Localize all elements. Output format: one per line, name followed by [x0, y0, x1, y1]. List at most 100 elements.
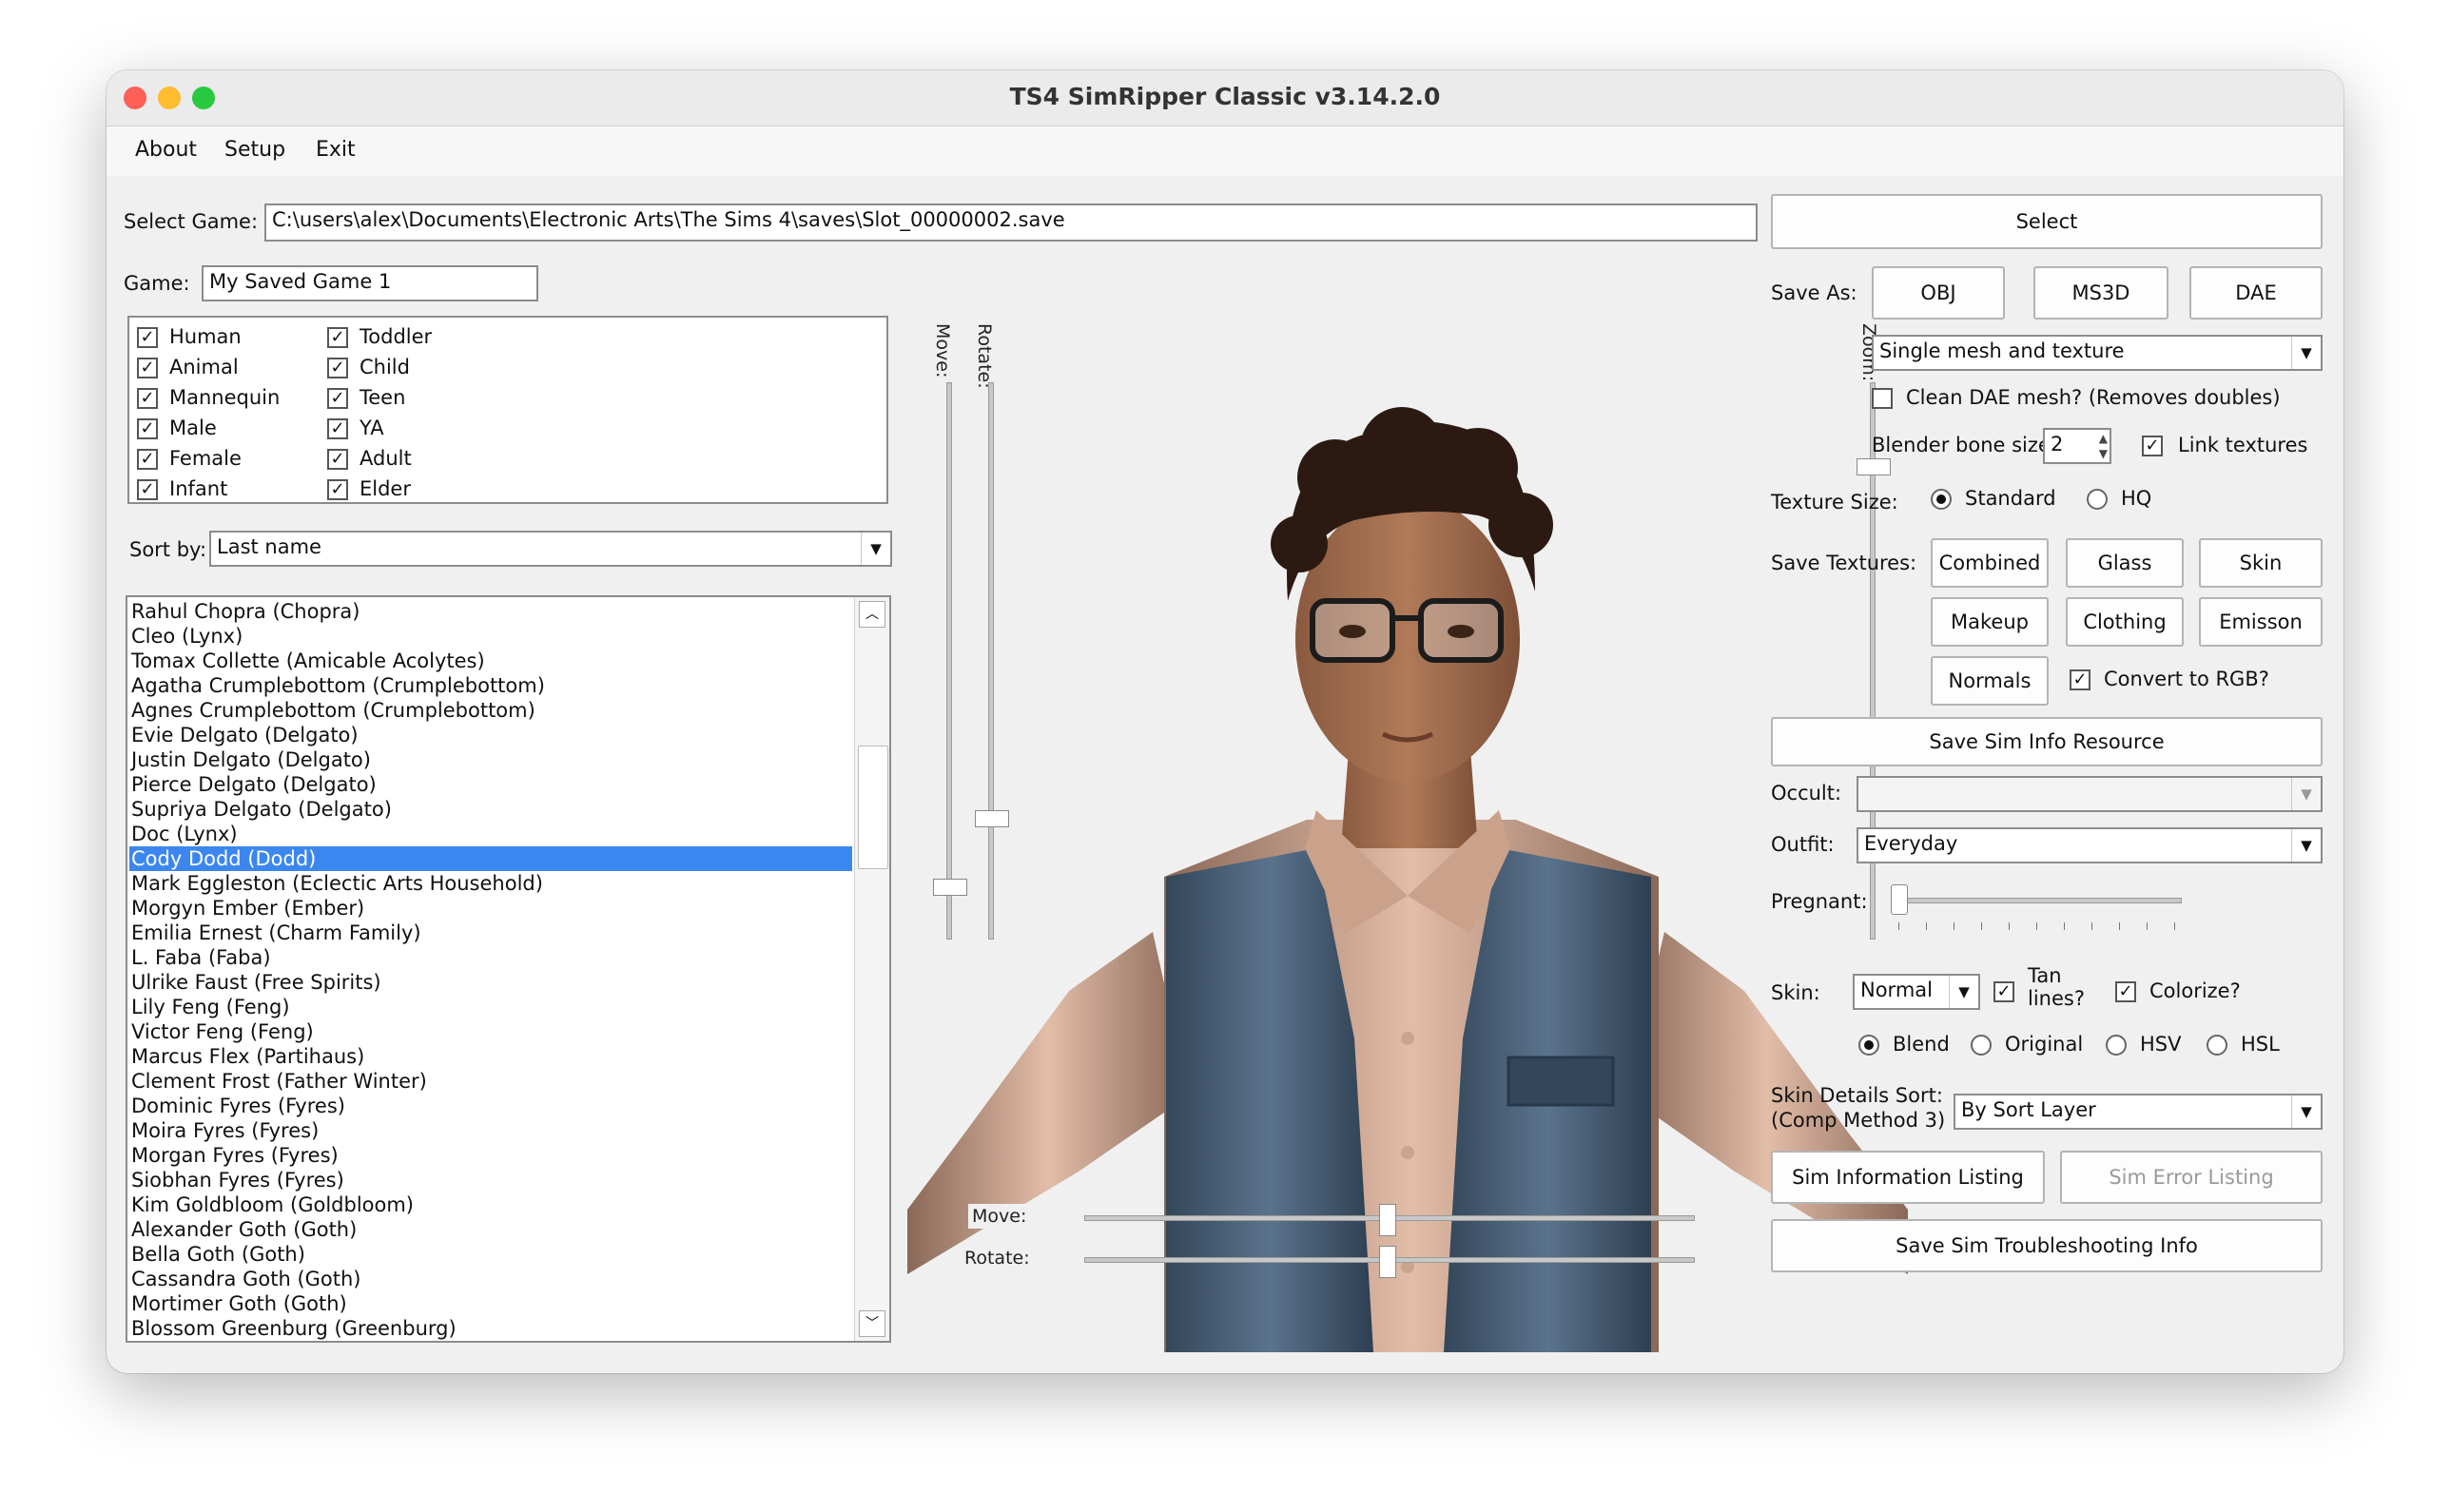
rotate-vertical-label: Rotate: [974, 323, 995, 389]
skin-select[interactable]: Normal ▼ [1853, 974, 1980, 1010]
sim-list-item[interactable]: Kim Goldbloom (Goldbloom) [129, 1192, 852, 1217]
sim-list[interactable]: Rahul Chopra (Chopra) Cleo (Lynx) Tomax Co… [126, 595, 891, 1343]
scroll-thumb[interactable] [858, 746, 888, 869]
rotate-vertical-slider[interactable] [988, 382, 994, 940]
link-textures-checkbox[interactable]: ✓ [2142, 436, 2163, 456]
save-obj-button[interactable]: OBJ [1872, 266, 2005, 320]
menu-about[interactable]: About [135, 138, 197, 162]
convert-rgb-checkbox[interactable]: ✓ [2070, 669, 2090, 690]
comp-method-label: (Comp Method 3) [1771, 1109, 1946, 1132]
filter-adult-checkbox[interactable]: ✓ [327, 449, 348, 470]
filter-elder-checkbox[interactable]: ✓ [327, 479, 348, 500]
scroll-down-icon[interactable]: ﹀ [859, 1310, 885, 1337]
sim-list-item[interactable]: Agnes Crumplebottom (Crumplebottom) [129, 698, 852, 723]
skin-hsv-radio[interactable] [2106, 1035, 2127, 1056]
save-normals-texture-button[interactable]: Normals [1931, 656, 2049, 706]
sim-list-item[interactable]: Dominic Fyres (Fyres) [129, 1094, 852, 1118]
mesh-mode-select[interactable]: Single mesh and texture ▼ [1872, 335, 2323, 371]
rotate-vertical-handle[interactable] [975, 810, 1009, 827]
sim-list-item[interactable]: Alexander Goth (Goth) [129, 1217, 852, 1242]
chevron-down-icon: ▼ [1949, 976, 1978, 1008]
menu-setup[interactable]: Setup [224, 138, 285, 162]
skin-details-sort-select[interactable]: By Sort Layer ▼ [1954, 1094, 2323, 1130]
move-horizontal-handle[interactable] [1379, 1204, 1396, 1236]
sim-list-item[interactable]: Siobhan Fyres (Fyres) [129, 1168, 852, 1192]
filter-ya-checkbox[interactable]: ✓ [327, 418, 348, 439]
sim-list-item[interactable]: Blossom Greenburg (Greenburg) [129, 1316, 852, 1341]
sim-3d-viewer[interactable]: Move: Rotate: Zoom: Move: Rotate: [907, 316, 1908, 1362]
texture-hq-radio[interactable] [2087, 489, 2108, 510]
save-glass-texture-button[interactable]: Glass [2066, 538, 2184, 588]
save-emission-texture-button[interactable]: Emisson [2199, 597, 2323, 647]
sim-list-item[interactable]: Morgyn Ember (Ember) [129, 896, 852, 921]
sim-list-item[interactable]: Emilia Ernest (Charm Family) [129, 921, 852, 945]
pregnant-slider[interactable] [1895, 898, 2182, 903]
sim-list-item[interactable]: Morgan Fyres (Fyres) [129, 1143, 852, 1168]
bone-size-field[interactable]: 2 ▲ ▼ [2043, 428, 2111, 464]
skin-blend-radio[interactable] [1858, 1035, 1879, 1056]
filter-male-checkbox[interactable]: ✓ [137, 418, 158, 439]
sim-list-item[interactable]: Victor Feng (Feng) [129, 1019, 852, 1044]
sim-list-item[interactable]: Tomax Collette (Amicable Acolytes) [129, 649, 852, 673]
sim-list-item[interactable]: Clement Frost (Father Winter) [129, 1069, 852, 1094]
sim-list-item[interactable]: Bella Goth (Goth) [129, 1242, 852, 1267]
filter-child-checkbox[interactable]: ✓ [327, 358, 348, 378]
select-game-button[interactable]: Select [1771, 194, 2323, 249]
filter-female-checkbox[interactable]: ✓ [137, 449, 158, 470]
sim-list-item[interactable]: Mortimer Goth (Goth) [129, 1291, 852, 1316]
sim-list-item[interactable]: Supriya Delgato (Delgato) [129, 797, 852, 822]
move-vertical-slider[interactable] [946, 382, 952, 940]
sim-list-item[interactable]: Justin Delgato (Delgato) [129, 747, 852, 772]
filter-human-checkbox[interactable]: ✓ [137, 327, 158, 348]
filter-animal-checkbox[interactable]: ✓ [137, 358, 158, 378]
sim-list-item[interactable]: Doc (Lynx) [129, 822, 852, 846]
sim-list-item[interactable]: L. Faba (Faba) [129, 945, 852, 970]
sim-list-item[interactable]: Moira Fyres (Fyres) [129, 1118, 852, 1143]
outfit-select[interactable]: Everyday ▼ [1857, 827, 2323, 863]
save-ms3d-button[interactable]: MS3D [2033, 266, 2168, 320]
tan-lines-checkbox[interactable]: ✓ [1993, 981, 2014, 1002]
filter-teen-checkbox[interactable]: ✓ [327, 388, 348, 409]
zoom-handle[interactable] [1857, 458, 1891, 475]
filter-toddler-checkbox[interactable]: ✓ [327, 327, 348, 348]
colorize-checkbox[interactable]: ✓ [2115, 981, 2136, 1002]
game-name-field[interactable]: My Saved Game 1 [202, 265, 538, 301]
sim-list-item[interactable]: Cleo (Lynx) [129, 624, 852, 649]
sim-list-item[interactable]: Agatha Crumplebottom (Crumplebottom) [129, 673, 852, 698]
save-makeup-texture-button[interactable]: Makeup [1931, 597, 2049, 647]
sim-list-item[interactable]: Pierce Delgato (Delgato) [129, 772, 852, 797]
filter-mannequin-checkbox[interactable]: ✓ [137, 388, 158, 409]
texture-standard-radio[interactable] [1931, 489, 1952, 510]
save-sim-troubleshooting-button[interactable]: Save Sim Troubleshooting Info [1771, 1219, 2323, 1272]
stepper-arrows-icon[interactable]: ▲ ▼ [2099, 431, 2108, 461]
sim-list-item[interactable]: Mark Eggleston (Eclectic Arts Household) [129, 871, 852, 896]
game-path-field[interactable]: C:\users\alex\Documents\Electronic Arts\… [264, 204, 1758, 242]
pregnant-slider-handle[interactable] [1891, 884, 1908, 915]
save-dae-button[interactable]: DAE [2189, 266, 2323, 320]
save-clothing-texture-button[interactable]: Clothing [2066, 597, 2184, 647]
sim-list-item[interactable]: Cassandra Goth (Goth) [129, 1267, 852, 1291]
menu-exit[interactable]: Exit [316, 138, 356, 162]
sim-error-listing-button[interactable]: Sim Error Listing [2060, 1151, 2323, 1204]
scroll-up-icon[interactable]: ︿ [859, 601, 885, 628]
move-vertical-handle[interactable] [933, 879, 967, 896]
rotate-horizontal-handle[interactable] [1379, 1246, 1396, 1278]
save-skin-texture-button[interactable]: Skin [2199, 538, 2323, 588]
sim-list-item[interactable]: Lily Feng (Feng) [129, 995, 852, 1019]
sim-list-item[interactable]: Marcus Flex (Partihaus) [129, 1044, 852, 1069]
sim-list-item[interactable]: Ulrike Faust (Free Spirits) [129, 970, 852, 995]
sort-by-select[interactable]: Last name ▼ [209, 531, 892, 567]
skin-hsl-radio[interactable] [2207, 1035, 2227, 1056]
sim-information-listing-button[interactable]: Sim Information Listing [1771, 1151, 2045, 1204]
occult-select[interactable]: ▼ [1857, 776, 2323, 812]
sim-list-item[interactable]: Cody Dodd (Dodd) [129, 846, 852, 871]
sim-list-scrollbar[interactable]: ︿ ﹀ [854, 597, 889, 1341]
skin-original-radio[interactable] [1971, 1035, 1992, 1056]
save-sim-info-resource-button[interactable]: Save Sim Info Resource [1771, 717, 2323, 766]
clean-dae-checkbox[interactable] [1872, 388, 1893, 409]
save-combined-texture-button[interactable]: Combined [1931, 538, 2049, 588]
filter-infant-checkbox[interactable]: ✓ [137, 479, 158, 500]
sim-list-item[interactable]: Rahul Chopra (Chopra) [129, 599, 852, 624]
sim-model-render [907, 407, 1908, 1352]
sim-list-item[interactable]: Evie Delgato (Delgato) [129, 723, 852, 747]
